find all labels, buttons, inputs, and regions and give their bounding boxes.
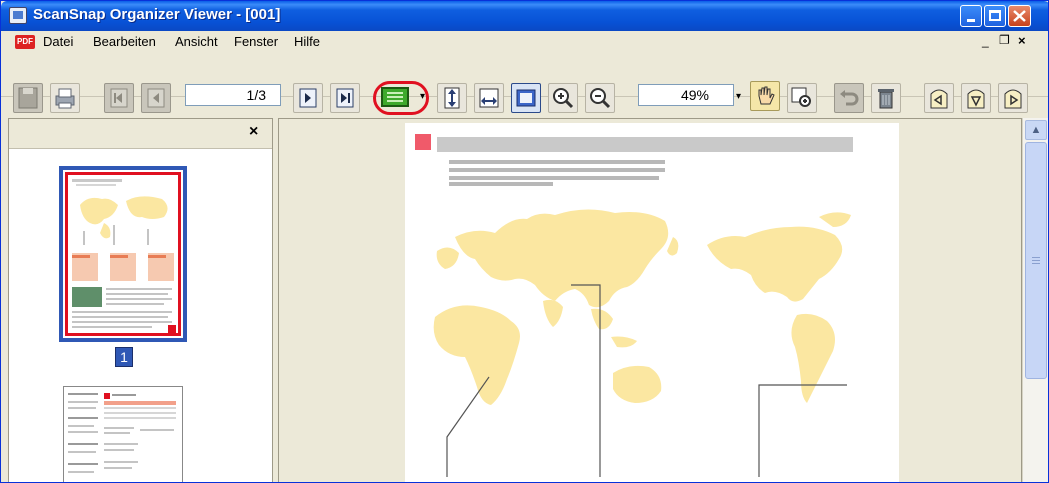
menu-bearbeiten[interactable]: Bearbeiten <box>93 34 156 49</box>
pdf-icon[interactable]: PDF <box>15 35 35 49</box>
doc-close-icon[interactable]: × <box>1018 33 1026 48</box>
zoom-field[interactable]: 49% <box>638 84 734 106</box>
previous-page-icon[interactable] <box>141 83 171 113</box>
page-heading-bar <box>437 137 853 152</box>
menu-bar: PDF Datei Bearbeiten Ansicht Fenster Hil… <box>1 31 1048 53</box>
title-bar[interactable]: ScanSnap Organizer Viewer - [001] <box>1 1 1048 31</box>
last-page-icon[interactable] <box>330 83 360 113</box>
page-number-field[interactable]: 1/3 <box>185 84 281 106</box>
page-thumbnail-1[interactable] <box>59 166 187 342</box>
scrollbar-thumb[interactable] <box>1025 142 1047 379</box>
fit-height-icon[interactable] <box>437 83 467 113</box>
zoom-out-icon[interactable] <box>585 83 615 113</box>
rotate-180-icon[interactable] <box>961 83 991 113</box>
thumbnail-panel: × 1 <box>8 118 273 482</box>
maximize-button[interactable] <box>984 5 1006 27</box>
thumbnail-preview-1 <box>72 179 176 333</box>
rotate-right-icon[interactable] <box>998 83 1028 113</box>
minimize-icon <box>967 19 975 22</box>
app-window: ScanSnap Organizer Viewer - [001] PDF Da… <box>0 0 1049 483</box>
minimize-button[interactable] <box>960 5 982 27</box>
print-icon[interactable] <box>50 83 80 113</box>
page-heading-marker <box>415 134 431 150</box>
undo-icon[interactable] <box>834 83 864 113</box>
page-text-line <box>449 168 665 172</box>
maximize-icon <box>989 10 1001 21</box>
document-view[interactable] <box>278 118 1022 482</box>
panel-close-icon[interactable]: × <box>249 123 258 141</box>
thumbnail-panel-header: × <box>9 119 272 149</box>
fit-width-icon[interactable] <box>474 83 504 113</box>
thumbnail-preview-2 <box>68 393 176 473</box>
page-thumbnail-2[interactable] <box>63 386 183 482</box>
menu-datei[interactable]: Datei <box>43 34 73 49</box>
zoom-dropdown-arrow-icon[interactable]: ▾ <box>736 91 741 102</box>
world-map-image <box>433 209 851 477</box>
menu-ansicht[interactable]: Ansicht <box>175 34 218 49</box>
page-text-line <box>449 182 553 186</box>
menu-hilfe[interactable]: Hilfe <box>294 34 320 49</box>
page-text-line <box>449 160 665 164</box>
scansnap-app-icon <box>9 7 27 24</box>
scroll-up-icon[interactable]: ▲ <box>1025 120 1047 140</box>
marker-display-icon[interactable] <box>381 87 409 107</box>
doc-minimize-icon[interactable]: _ <box>982 34 989 48</box>
document-page <box>405 123 899 482</box>
hand-tool-icon[interactable] <box>750 81 780 111</box>
page-text-line <box>449 176 659 180</box>
next-page-icon[interactable] <box>293 83 323 113</box>
rotate-left-icon[interactable] <box>924 83 954 113</box>
marker-dropdown-arrow-icon[interactable]: ▾ <box>420 91 425 102</box>
window-title: ScanSnap Organizer Viewer - [001] <box>33 6 281 23</box>
save-icon[interactable] <box>13 83 43 113</box>
zoom-in-icon[interactable] <box>548 83 578 113</box>
thumbnail-label-1[interactable]: 1 <box>115 347 133 367</box>
scrollbar-grip-icon <box>1032 257 1040 265</box>
delete-page-icon[interactable] <box>871 83 901 113</box>
close-button[interactable] <box>1008 5 1031 27</box>
doc-restore-icon[interactable]: ❐ <box>999 33 1010 47</box>
full-page-icon[interactable] <box>511 83 541 113</box>
vertical-scrollbar[interactable]: ▲ <box>1022 118 1048 482</box>
close-icon <box>1013 10 1026 22</box>
menu-fenster[interactable]: Fenster <box>234 34 278 49</box>
first-page-icon[interactable] <box>104 83 134 113</box>
magnifier-tool-icon[interactable] <box>787 83 817 113</box>
